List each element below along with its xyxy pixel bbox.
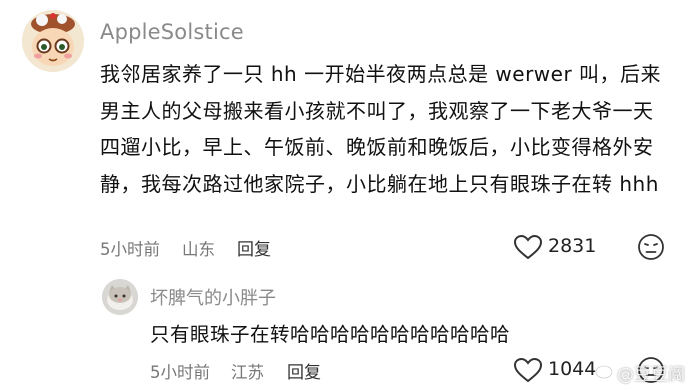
reply-avatar[interactable]: [102, 279, 138, 315]
like-count: 2831: [548, 235, 597, 257]
reply-time: 5小时前: [150, 363, 210, 382]
comment-text: 我邻居家养了一只 hh 一开始半夜两点总是 werwer 叫，后来男主人的父母搬…: [100, 62, 662, 196]
reply-username[interactable]: 坏脾气的小胖子: [150, 284, 276, 310]
weibo-logo-icon: [595, 361, 615, 379]
reply-like-icon[interactable]: [513, 357, 543, 383]
dislike-face-icon[interactable]: [637, 233, 665, 261]
reply-button[interactable]: 回复: [237, 235, 271, 260]
reply-location: 江苏: [231, 363, 264, 382]
reply-text: 只有眼珠子在转哈哈哈哈哈哈哈哈哈哈哈: [150, 323, 511, 346]
reply-reply-button[interactable]: 回复: [287, 358, 321, 383]
avatar[interactable]: [22, 10, 84, 72]
avatar-image: [22, 10, 84, 72]
watermark-text: @豆豆阅: [617, 365, 685, 385]
reply-like-count: 1044: [548, 358, 597, 380]
comment-time: 5小时前: [100, 240, 160, 259]
comment-location: 山东: [182, 240, 215, 259]
comment-username[interactable]: AppleSolstice: [100, 20, 244, 44]
like-icon[interactable]: [513, 234, 543, 260]
cat-avatar-image: [102, 279, 138, 315]
